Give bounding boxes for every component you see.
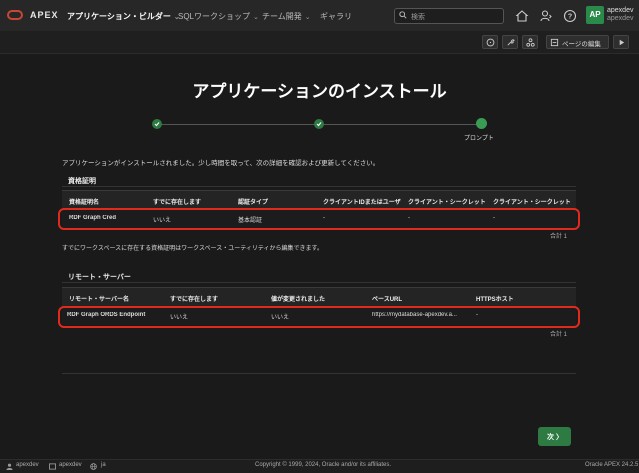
home-rocket-icon[interactable] <box>515 9 529 23</box>
check-icon <box>154 122 160 127</box>
column-header[interactable]: 認証タイプ <box>238 197 318 206</box>
footer-user[interactable]: apexdev <box>16 462 39 468</box>
globe-icon <box>90 463 97 470</box>
shared-components-button[interactable] <box>522 35 538 49</box>
divider <box>62 186 576 187</box>
wrench-icon <box>507 39 515 46</box>
comments-button[interactable] <box>482 35 498 49</box>
nav-sql-workshop[interactable]: SQLワークショップ ⌄ <box>178 11 259 22</box>
nav-gallery[interactable]: ギャラリ <box>320 11 352 22</box>
chevron-down-icon: ⌄ <box>253 14 259 21</box>
column-header[interactable]: クライアント・シークレット <box>493 197 573 206</box>
highlight-annotation <box>58 208 580 230</box>
edit-page-icon <box>550 38 559 47</box>
credentials-section-title: 資格証明 <box>68 178 96 185</box>
column-header[interactable]: 値が変更されました <box>271 294 367 303</box>
svg-text:?: ? <box>568 14 572 21</box>
row-count: 合計 1 <box>550 332 568 338</box>
run-page-button[interactable] <box>613 35 629 49</box>
wizard-step-completed <box>152 119 162 129</box>
column-header[interactable]: クライアントIDまたはユーザ <box>323 197 403 206</box>
help-icon[interactable]: ? <box>563 9 577 23</box>
column-header[interactable]: 資格証明名 <box>69 197 149 206</box>
user-icon <box>6 463 13 470</box>
oracle-logo-icon[interactable] <box>7 10 23 20</box>
column-header[interactable]: リモート・サーバー名 <box>69 294 165 303</box>
footer-workspace[interactable]: apexdev <box>59 462 82 468</box>
divider <box>62 282 576 283</box>
wizard-step-current <box>476 118 487 129</box>
remote-servers-section-title: リモート・サーバー <box>68 274 131 281</box>
chat-icon <box>486 38 495 47</box>
column-header[interactable]: HTTPSホスト <box>476 294 572 303</box>
edit-page-button[interactable]: ページの編集 <box>546 35 609 49</box>
highlight-annotation <box>58 306 580 328</box>
wizard-step-label: プロンプト <box>464 136 494 142</box>
column-header[interactable]: すでに存在します <box>153 197 233 206</box>
workspace-icon <box>49 463 56 470</box>
footer-copyright: Copyright © 1999, 2024, Oracle and/or it… <box>255 462 392 468</box>
table-header: 資格証明名 すでに存在します 認証タイプ クライアントIDまたはユーザ クライア… <box>62 190 576 210</box>
wizard-step-completed <box>314 119 324 129</box>
search-input[interactable]: 検索 <box>394 8 504 24</box>
divider <box>62 373 576 374</box>
play-icon <box>619 39 625 46</box>
install-message: アプリケーションがインストールされました。少し時間を取って、次の詳細を確認および… <box>62 160 380 167</box>
avatar[interactable]: AP <box>586 6 604 24</box>
check-icon <box>316 122 322 127</box>
column-header[interactable]: クライアント・シークレット <box>408 197 488 206</box>
nav-app-builder[interactable]: アプリケーション・ビルダー ⌄ <box>67 11 180 22</box>
table-header: リモート・サーバー名 すでに存在します 値が変更されました ベースURL HTT… <box>62 287 576 307</box>
footer: apexdev apexdev ja Copyright © 1999, 202… <box>0 459 639 473</box>
next-button[interactable]: 次 〉 <box>538 427 571 446</box>
top-navigation-bar: APEX アプリケーション・ビルダー ⌄ SQLワークショップ ⌄ チーム開発 ⌄ ギ… <box>0 0 639 32</box>
column-header[interactable]: すでに存在します <box>170 294 266 303</box>
nav-team-development[interactable]: チーム開発 ⌄ <box>262 11 311 22</box>
user-menu[interactable]: apexdev apexdev <box>607 7 633 23</box>
components-icon <box>526 38 535 47</box>
chevron-down-icon: ⌄ <box>304 14 311 21</box>
row-count: 合計 1 <box>550 234 568 240</box>
footer-version: Oracle APEX 24.2.5 <box>585 462 639 468</box>
page-title: アプリケーションのインストール <box>192 82 447 101</box>
info-note: すでにワークスペースに存在する資格証明はワークスペース・ユーティリティから編集で… <box>62 246 323 252</box>
user-admin-icon[interactable] <box>539 9 553 23</box>
apex-brand[interactable]: APEX <box>30 10 59 20</box>
footer-language[interactable]: ja <box>101 462 106 468</box>
developer-toolbar: ページの編集 <box>0 31 639 54</box>
search-icon <box>399 11 407 19</box>
column-header[interactable]: ベースURL <box>372 294 468 303</box>
debug-button[interactable] <box>502 35 518 49</box>
